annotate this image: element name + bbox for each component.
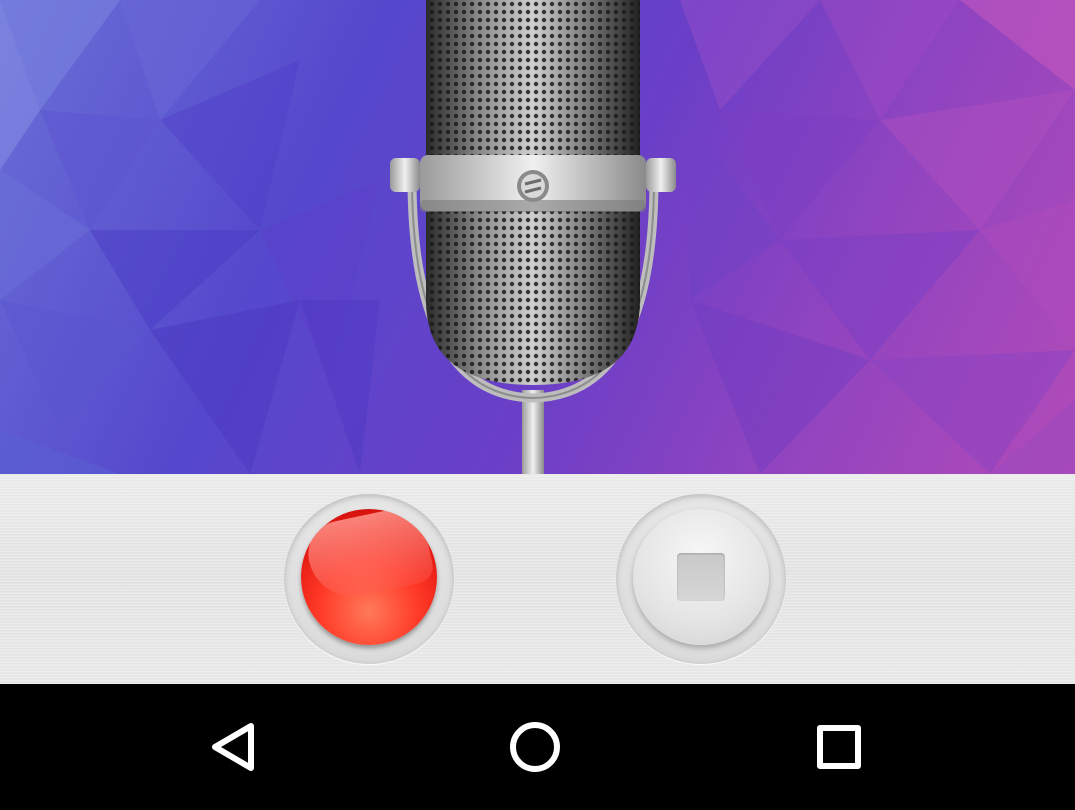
record-button[interactable] bbox=[284, 494, 454, 664]
stop-button-face bbox=[633, 509, 769, 645]
home-button[interactable] bbox=[500, 712, 570, 782]
stop-icon bbox=[677, 553, 725, 601]
recorder-controls bbox=[0, 474, 1075, 684]
back-triangle-icon bbox=[212, 723, 254, 771]
recents-button[interactable] bbox=[804, 712, 874, 782]
hero-background bbox=[0, 0, 1075, 474]
record-icon bbox=[301, 509, 437, 645]
microphone-image bbox=[390, 0, 676, 474]
stop-button[interactable] bbox=[616, 494, 786, 664]
voice-recorder-screen bbox=[0, 0, 1075, 810]
back-button[interactable] bbox=[199, 712, 269, 782]
recents-square-icon bbox=[817, 725, 861, 769]
android-navigation-bar bbox=[0, 684, 1075, 810]
home-circle-icon bbox=[510, 722, 560, 772]
